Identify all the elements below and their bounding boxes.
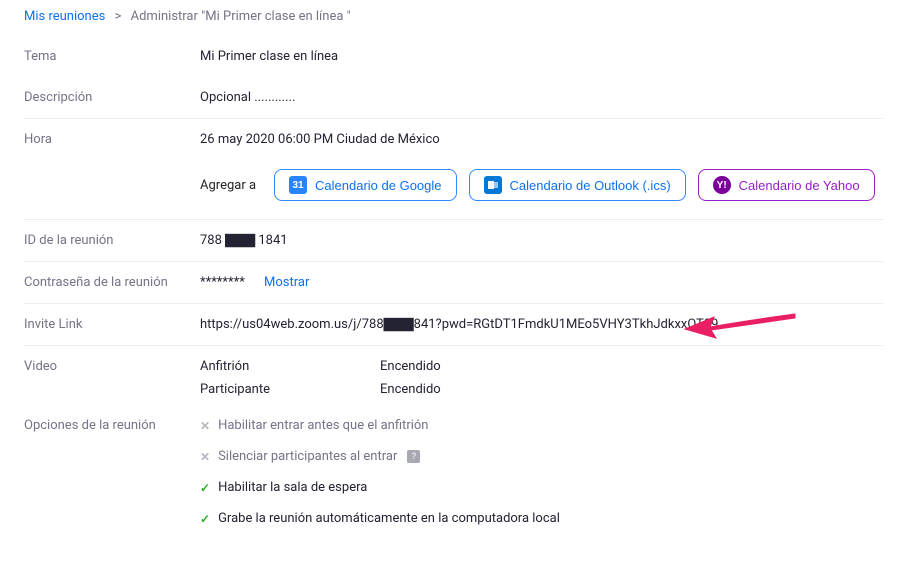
row-opciones: Opciones de la reunión ✕ Habilitar entra… [24,405,883,544]
option-mute-on-entry: ✕ Silenciar participantes al entrar ? [200,449,883,464]
video-host-value: Encendido [380,359,883,374]
video-participant-label: Participante [200,382,380,397]
label-opciones: Opciones de la reunión [24,418,200,433]
value-contrasena-masked: ******** [200,275,245,290]
value-video-block: Anfitrión Encendido Participante Encendi… [200,359,883,397]
breadcrumb-root-link[interactable]: Mis reuniones [24,9,105,24]
outlook-calendar-label: Calendario de Outlook (.ics) [510,178,671,193]
row-id: ID de la reunión 788 ▇▇▇ 1841 [24,220,883,262]
breadcrumb-separator: > [115,9,122,24]
x-icon: ✕ [200,419,210,433]
option-mute-on-entry-label: Silenciar participantes al entrar [218,449,397,464]
row-invite-link: Invite Link https://us04web.zoom.us/j/78… [24,304,883,346]
row-video: Video Anfitrión Encendido Participante E… [24,346,883,405]
option-waiting-room: ✓ Habilitar la sala de espera [200,480,883,495]
row-contrasena: Contraseña de la reunión ******** Mostra… [24,262,883,304]
x-icon: ✕ [200,450,210,464]
label-hora: Hora [24,132,200,147]
google-calendar-icon: 31 [289,176,307,194]
google-calendar-button[interactable]: 31 Calendario de Google [274,169,456,201]
label-invite: Invite Link [24,317,200,332]
value-hora-block: 26 may 2020 06:00 PM Ciudad de México Ag… [200,132,883,201]
yahoo-calendar-button[interactable]: Y! Calendario de Yahoo [698,169,875,201]
label-contrasena: Contraseña de la reunión [24,275,200,290]
row-descripcion: Descripción Opcional ............ [24,77,883,119]
option-waiting-room-label: Habilitar la sala de espera [218,480,367,495]
option-auto-record: ✓ Grabe la reunión automáticamente en la… [200,511,883,526]
value-hora: 26 may 2020 06:00 PM Ciudad de México [200,132,883,147]
meeting-details: Tema Mi Primer clase en línea Descripció… [0,36,907,564]
outlook-calendar-icon [484,176,502,194]
value-contrasena-block: ******** Mostrar [200,275,883,290]
option-join-before-host: ✕ Habilitar entrar antes que el anfitrió… [200,418,883,433]
option-auto-record-label: Grabe la reunión automáticamente en la c… [218,511,560,526]
yahoo-calendar-icon: Y! [713,176,731,194]
show-password-link[interactable]: Mostrar [264,275,309,290]
label-tema: Tema [24,49,200,64]
video-participant-value: Encendido [380,382,883,397]
label-descripcion: Descripción [24,90,200,105]
label-agregar-a: Agregar a [200,178,256,193]
yahoo-calendar-label: Calendario de Yahoo [739,178,860,193]
label-id: ID de la reunión [24,233,200,248]
page-container: Mis reuniones > Administrar "Mi Primer c… [0,0,907,564]
option-join-before-host-label: Habilitar entrar antes que el anfitrión [218,418,428,433]
calendar-buttons: Agregar a 31 Calendario de Google Calend… [200,169,883,201]
check-icon: ✓ [200,512,210,526]
video-host-label: Anfitrión [200,359,380,374]
row-hora: Hora 26 may 2020 06:00 PM Ciudad de Méxi… [24,119,883,220]
label-video: Video [24,359,200,374]
value-tema: Mi Primer clase en línea [200,49,883,64]
breadcrumb: Mis reuniones > Administrar "Mi Primer c… [0,0,907,36]
value-id: 788 ▇▇▇ 1841 [200,233,883,248]
breadcrumb-current: Administrar "Mi Primer clase en línea " [131,9,351,24]
help-icon[interactable]: ? [407,450,420,463]
value-opciones-block: ✕ Habilitar entrar antes que el anfitrió… [200,418,883,526]
value-descripcion: Opcional ............ [200,90,883,105]
google-calendar-label: Calendario de Google [315,178,441,193]
row-tema: Tema Mi Primer clase en línea [24,36,883,77]
check-icon: ✓ [200,481,210,495]
outlook-calendar-button[interactable]: Calendario de Outlook (.ics) [469,169,686,201]
value-invite-link: https://us04web.zoom.us/j/788▇▇▇841?pwd=… [200,317,883,332]
